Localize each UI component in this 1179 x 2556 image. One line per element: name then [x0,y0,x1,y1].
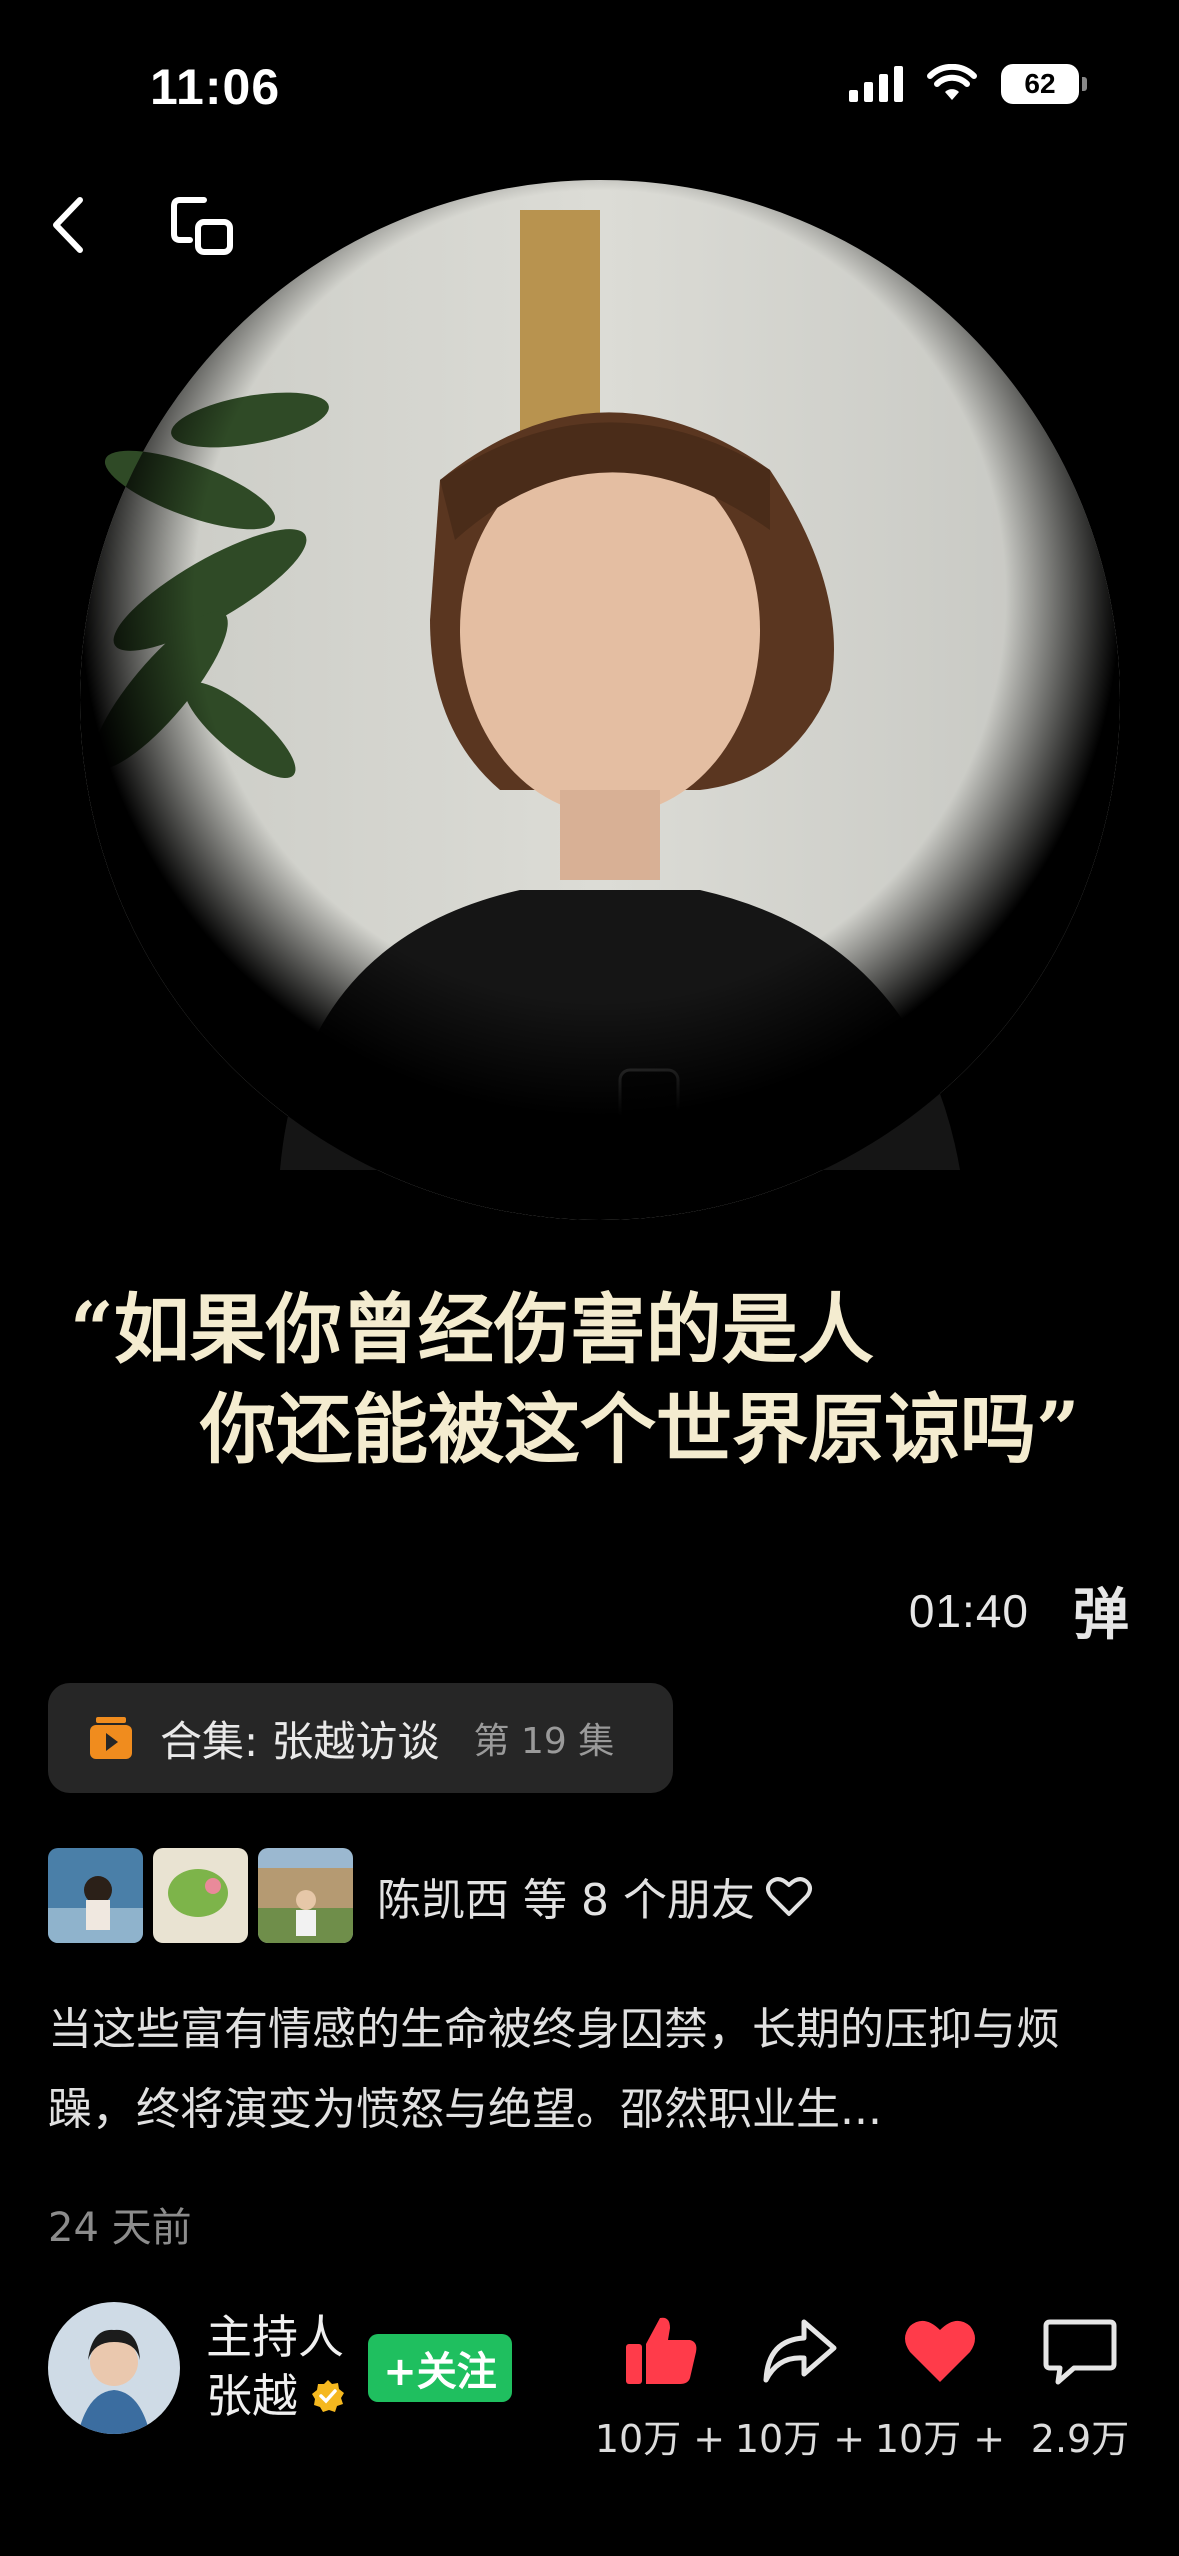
favorite-action[interactable]: 10万 + [870,2310,1010,2463]
action-bar: 10万 + 10万 + 10万 + 2.9万 [590,2310,1150,2470]
friends-liked-text: 陈凯西 等 8 个朋友 [377,1874,755,1926]
collection-chip[interactable]: 合集: 张越访谈 第 19 集 [48,1683,673,1793]
friend-avatar [48,1848,143,1943]
share-arrow-icon [763,2319,837,2383]
posted-time: 24 天前 [48,2205,192,2251]
status-time: 11:06 [150,59,281,115]
thumbs-up-icon [626,2317,697,2384]
share-action[interactable]: 10万 + [730,2310,870,2463]
picture-in-picture-icon[interactable] [168,192,238,262]
collection-icon [90,1717,132,1759]
quote-line-1: “如果你曾经伤害的是人 [70,1285,874,1374]
like-action[interactable]: 10万 + [590,2310,730,2463]
comment-bubble-icon [1043,2319,1117,2385]
author-block[interactable]: 主持人 张越 +关注 [48,2302,512,2434]
comment-action[interactable]: 2.9万 [1010,2310,1150,2463]
video-meta-row: 01:40 弹 [909,1570,1129,1651]
back-arrow-icon[interactable] [40,190,100,260]
verified-badge-icon [312,2380,344,2412]
video-description[interactable]: 当这些富有情感的生命被终身囚禁，长期的压抑与烦躁，终将演变为愤怒与绝望。邵然职业… [48,1990,1138,2150]
follow-button[interactable]: +关注 [368,2334,512,2402]
video-duration: 01:40 [908,1584,1029,1637]
collection-episode: 第 19 集 [473,1721,615,1762]
comment-count: 2.9万 [1030,2417,1130,2461]
friend-avatar [258,1848,353,1943]
battery-level: 62 [1024,68,1056,99]
author-role: 主持人 [206,2310,344,2364]
author-avatar[interactable] [48,2302,180,2434]
author-name: 张越 [206,2369,298,2423]
danmu-toggle-button[interactable]: 弹 [1073,1570,1129,1651]
heart-outline-icon [765,1876,812,1916]
wifi-icon [927,64,977,100]
like-count: 10万 + [594,2417,726,2461]
cellular-signal-icon [849,66,903,102]
friend-avatar [153,1848,248,1943]
battery-icon: 62 [1001,64,1087,104]
favorite-count: 10万 + [874,2417,1006,2461]
video-quote-caption: “如果你曾经伤害的是人 你还能被这个世界原谅吗” [70,1280,1130,1480]
friends-liked-row[interactable]: 陈凯西 等 8 个朋友 [48,1848,813,1943]
share-count: 10万 + [734,2417,866,2461]
status-indicators: 62 [849,64,1087,104]
collection-label: 合集: 张越访谈 [160,1716,440,1766]
heart-filled-icon [905,2320,975,2382]
quote-line-2: 你还能被这个世界原谅吗” [200,1385,1080,1474]
